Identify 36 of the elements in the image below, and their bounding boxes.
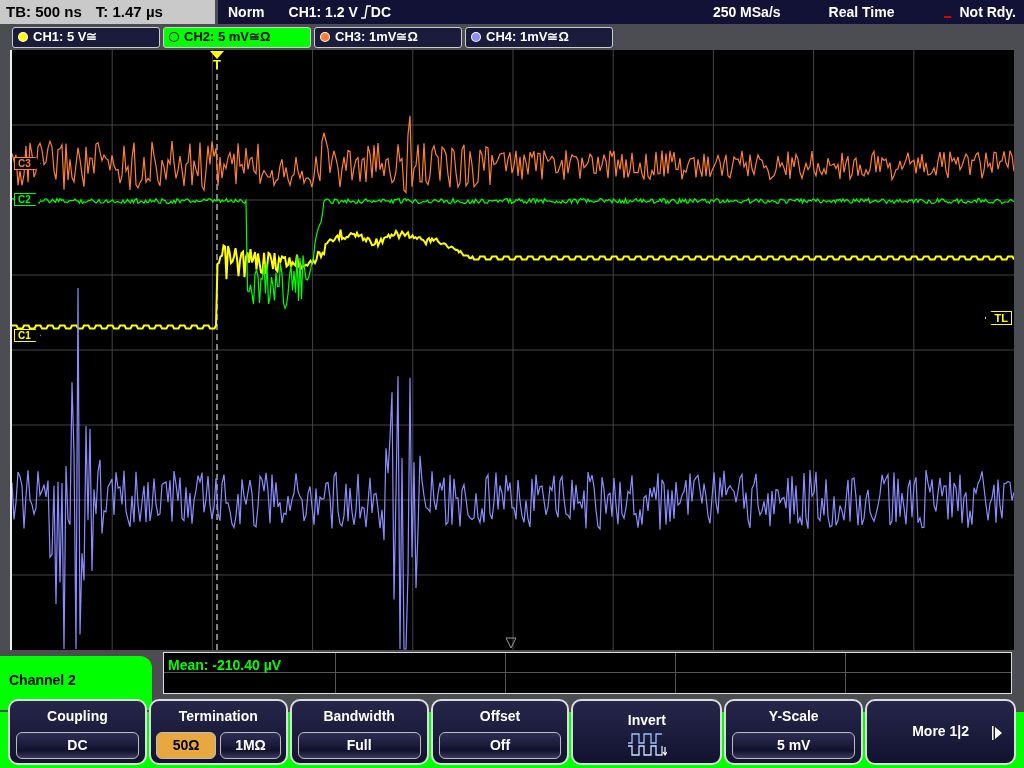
channel-marker: C2 [14,193,41,206]
next-page-icon [992,726,1002,740]
option-button[interactable]: 50Ω [155,732,217,759]
softkey[interactable]: Invert [571,699,723,765]
softkey-label: Offset [478,707,522,726]
status-indicator-icon [944,16,952,18]
measurement-readout: Mean: -210.40 µV [167,656,282,675]
channel-button[interactable]: CH3: 1mV≅Ω [314,26,462,48]
value-button[interactable]: 5 mV [732,732,856,759]
trigger-arrow-icon [210,51,224,59]
acquisition-mode: Real Time [828,2,895,22]
channel-marker: C1 [14,329,41,342]
sample-rate: 250 MSa/s [712,2,781,22]
value-button[interactable]: Full [297,732,421,759]
channel-marker: C3 [14,157,41,170]
trigger-coupling: DC [370,2,392,22]
softkey-label: Termination [177,707,259,726]
rising-edge-icon [360,5,371,19]
trigger-mode: Norm [228,2,265,22]
softkey[interactable]: More 1|2 [865,699,1016,765]
channel-button[interactable]: CH4: 1mV≅Ω [465,26,613,48]
status-readout: Not Rdy. [959,2,1016,22]
option-button[interactable]: 1MΩ [220,732,281,759]
trigger-position-icon [505,637,517,649]
value-button[interactable]: DC [16,732,139,759]
channel-button[interactable]: CH1: 5 V≅ [12,26,160,48]
channel-button[interactable]: CH2: 5 mV≅Ω [163,26,311,48]
value-button[interactable]: Off [438,732,562,759]
softkey-label: Y-Scale [767,707,820,726]
softkey-label: Coupling [46,707,109,726]
trigger-label: T [212,59,222,71]
trigger-time-readout: T: 1.47 µs [95,1,163,22]
timebase-readout: TB: 500 ns [6,1,82,22]
softkey-label: Bandwidth [322,707,396,726]
invert-waveform-icon [626,730,667,759]
trigger-source: CH1: 1.2 V [288,2,358,22]
